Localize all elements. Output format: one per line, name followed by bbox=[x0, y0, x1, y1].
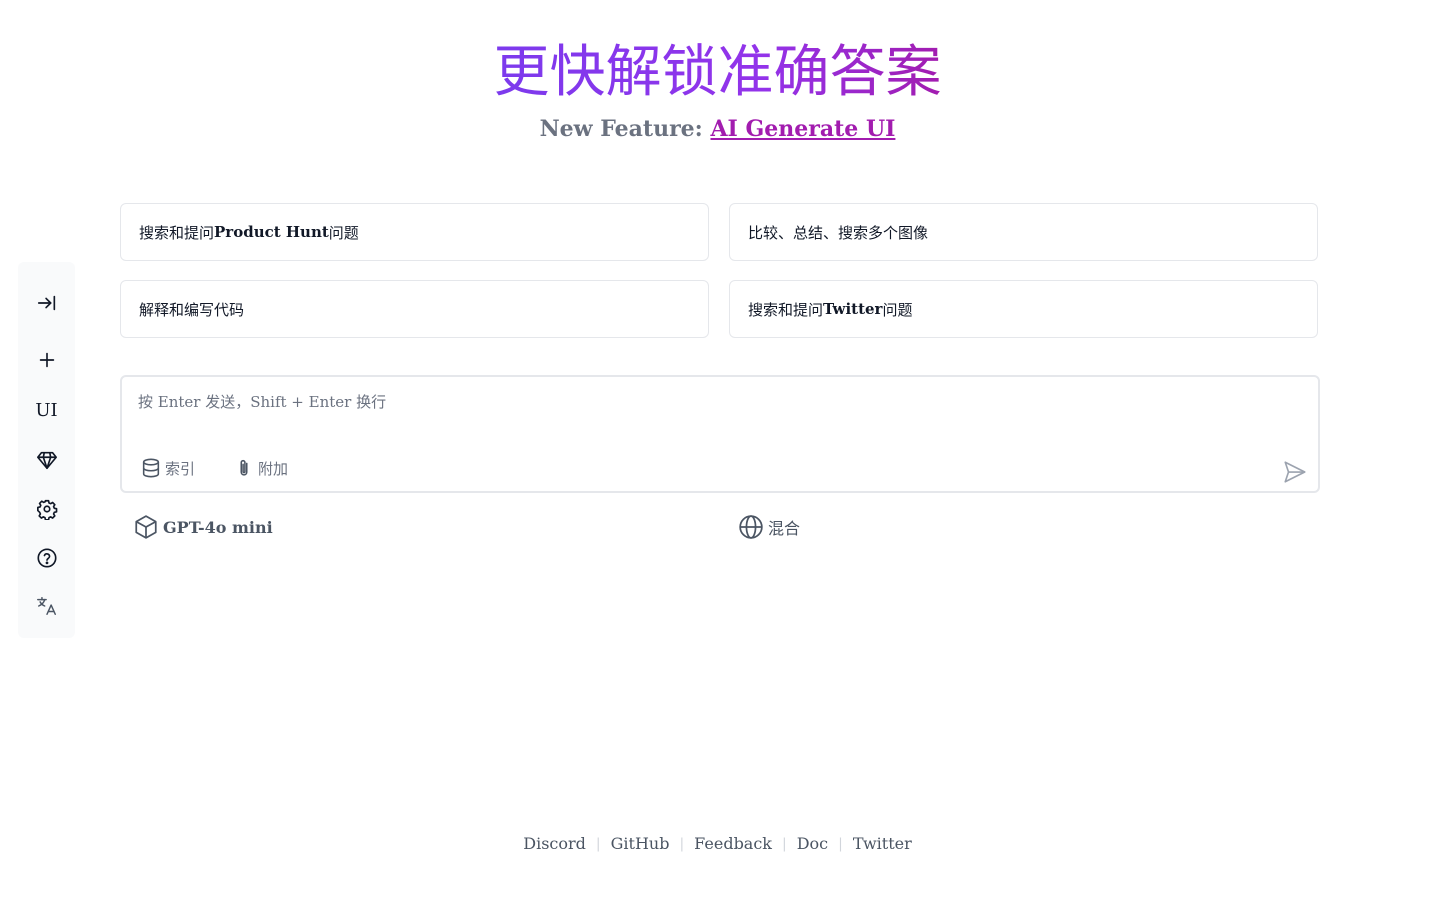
suggestion-card-product-hunt[interactable]: 搜索和提问 Product Hunt 问题 bbox=[120, 203, 709, 261]
footer-separator: | bbox=[838, 835, 843, 852]
model-selector[interactable]: GPT-4o mini bbox=[133, 514, 273, 540]
arrow-right-to-line-icon bbox=[37, 295, 55, 311]
chat-input[interactable] bbox=[138, 391, 1258, 431]
database-icon bbox=[142, 458, 160, 478]
question-circle-icon bbox=[36, 548, 57, 568]
suggestion-card-images[interactable]: 比较、总结、搜索多个图像 bbox=[729, 203, 1318, 261]
page-title: 更快解锁准确答案 bbox=[493, 40, 942, 105]
new-feature-banner: New Feature: AI Generate UI bbox=[0, 116, 1435, 142]
footer-link-twitter[interactable]: Twitter bbox=[853, 834, 912, 853]
new-chat-button[interactable] bbox=[18, 340, 75, 380]
help-button[interactable] bbox=[18, 538, 75, 578]
footer-separator: | bbox=[679, 835, 685, 852]
attach-button[interactable]: 附加 bbox=[233, 457, 288, 479]
footer-separator: | bbox=[782, 835, 787, 852]
suggestion-card-code[interactable]: 解释和编写代码 bbox=[120, 280, 709, 338]
new-feature-label: New Feature: bbox=[539, 116, 703, 142]
suggestion-card-twitter[interactable]: 搜索和提问 Twitter 问题 bbox=[729, 280, 1318, 338]
search-mode-selector[interactable]: 混合 bbox=[738, 514, 800, 540]
page: UI 更快解锁准确答案 New Feature: AI Generate UI … bbox=[0, 0, 1435, 897]
globe-icon bbox=[739, 515, 763, 539]
footer-link-feedback[interactable]: Feedback bbox=[694, 834, 772, 853]
translate-icon bbox=[36, 597, 56, 615]
paperclip-icon bbox=[240, 459, 248, 476]
cube-icon bbox=[135, 515, 157, 539]
send-button[interactable] bbox=[1280, 457, 1310, 487]
footer-link-github[interactable]: GitHub bbox=[611, 834, 670, 853]
footer-link-discord[interactable]: Discord bbox=[523, 834, 586, 853]
ai-generate-ui-link[interactable]: AI Generate UI bbox=[710, 116, 895, 142]
premium-button[interactable] bbox=[18, 440, 75, 480]
gem-icon bbox=[36, 451, 57, 470]
footer-link-doc[interactable]: Doc bbox=[797, 834, 828, 853]
plus-icon bbox=[39, 352, 54, 368]
ui-label: UI bbox=[35, 399, 58, 421]
footer-separator: | bbox=[595, 835, 601, 852]
send-icon bbox=[1284, 461, 1306, 483]
gear-icon bbox=[36, 499, 57, 520]
chat-input-box: 索引 附加 bbox=[120, 375, 1320, 493]
expand-sidebar-button[interactable] bbox=[18, 283, 75, 323]
ui-generate-button[interactable]: UI bbox=[18, 390, 75, 430]
sidebar: UI bbox=[18, 262, 75, 638]
footer: Discord | GitHub | Feedback | Doc | Twit… bbox=[0, 834, 1435, 853]
language-button[interactable] bbox=[18, 586, 75, 626]
settings-button[interactable] bbox=[18, 489, 75, 529]
index-button[interactable]: 索引 bbox=[140, 457, 195, 479]
